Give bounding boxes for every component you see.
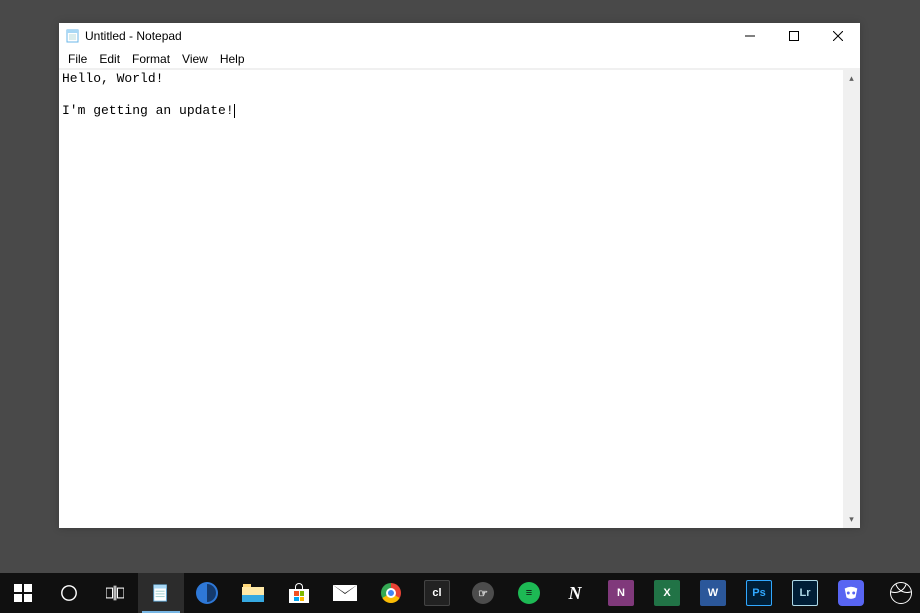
grammarly-icon: ☞ [472, 582, 494, 604]
taskbar-app-spotify[interactable]: ≡ [506, 573, 552, 613]
task-view-button[interactable] [92, 573, 138, 613]
menu-edit[interactable]: Edit [93, 51, 126, 67]
menu-view[interactable]: View [176, 51, 214, 67]
xbox-icon [890, 582, 912, 604]
close-button[interactable] [816, 23, 860, 49]
window-title: Untitled - Notepad [85, 29, 182, 43]
taskbar-app-notepad[interactable] [138, 573, 184, 613]
text-line: I'm getting an update! [62, 103, 234, 118]
taskbar-app-chrome[interactable] [368, 573, 414, 613]
taskbar-app-xbox[interactable] [882, 573, 920, 613]
text-line: Hello, World! [62, 71, 163, 86]
taskbar-app-word[interactable]: W [690, 573, 736, 613]
editor-area: Hello, World! I'm getting an update! ▴ ▾ [59, 69, 860, 528]
taskbar-app-grammarly[interactable]: ☞ [460, 573, 506, 613]
text-cursor [234, 104, 235, 118]
taskbar-app-mail[interactable] [322, 573, 368, 613]
menu-help[interactable]: Help [214, 51, 251, 67]
taskbar-app-clion[interactable]: cl [414, 573, 460, 613]
lightroom-icon: Lr [792, 580, 818, 606]
clion-icon: cl [424, 580, 450, 606]
notepad-app-icon [65, 28, 81, 44]
excel-icon: X [654, 580, 680, 606]
cortana-icon [60, 584, 78, 602]
menubar: File Edit Format View Help [59, 49, 860, 69]
taskbar-app-file-explorer[interactable] [230, 573, 276, 613]
onenote-icon: N [608, 580, 634, 606]
photoshop-icon: Ps [746, 580, 772, 606]
taskbar-app-photoshop[interactable]: Ps [736, 573, 782, 613]
cortana-button[interactable] [46, 573, 92, 613]
store-icon [288, 583, 310, 603]
taskbar-app-excel[interactable]: X [644, 573, 690, 613]
chrome-icon [381, 583, 401, 603]
taskbar-app-discord[interactable] [828, 573, 874, 613]
edge-icon [196, 582, 218, 604]
word-icon: W [700, 580, 726, 606]
menu-file[interactable]: File [62, 51, 93, 67]
text-editor[interactable]: Hello, World! I'm getting an update! [59, 70, 843, 528]
netbeans-icon: N [562, 580, 588, 606]
taskbar: cl ☞ ≡ N N X W Ps Lr [0, 573, 920, 613]
notepad-taskbar-icon [152, 584, 170, 602]
taskbar-app-edge[interactable] [184, 573, 230, 613]
scroll-up-arrow-icon[interactable]: ▴ [843, 70, 860, 87]
file-explorer-icon [242, 584, 264, 602]
taskbar-app-lightroom[interactable]: Lr [782, 573, 828, 613]
titlebar[interactable]: Untitled - Notepad [59, 23, 860, 49]
scroll-down-arrow-icon[interactable]: ▾ [843, 511, 860, 528]
mail-icon [333, 585, 357, 601]
taskbar-app-onenote[interactable]: N [598, 573, 644, 613]
vertical-scrollbar[interactable]: ▴ ▾ [843, 70, 860, 528]
minimize-button[interactable] [728, 23, 772, 49]
task-view-icon [106, 584, 124, 602]
maximize-button[interactable] [772, 23, 816, 49]
taskbar-app-netbeans[interactable]: N [552, 573, 598, 613]
discord-icon [838, 580, 864, 606]
taskbar-app-store[interactable] [276, 573, 322, 613]
start-button[interactable] [0, 573, 46, 613]
menu-format[interactable]: Format [126, 51, 176, 67]
windows-icon [14, 584, 32, 602]
notepad-window: Untitled - Notepad File Edit Format View… [59, 23, 860, 528]
spotify-icon: ≡ [518, 582, 540, 604]
